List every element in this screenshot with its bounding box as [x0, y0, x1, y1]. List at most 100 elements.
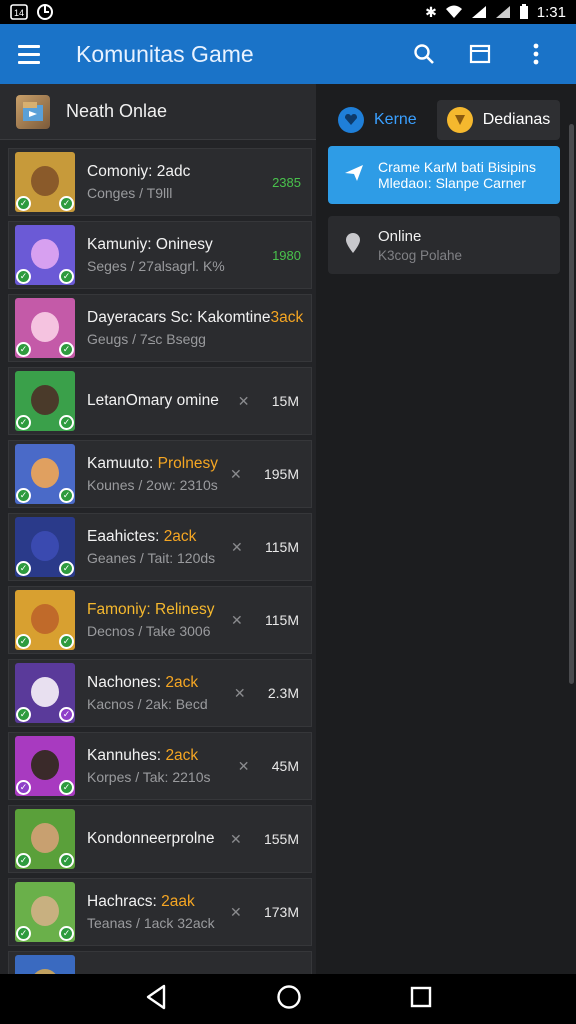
- game-title: Dayeracars Sc: Kakomtine3ack: [87, 309, 304, 326]
- location-pin-icon: [344, 232, 362, 259]
- page-title: Komunitas Game: [76, 40, 254, 67]
- game-list-item[interactable]: ✓ ✓ Kamuuto: Prolnesy Kounes / 2ow: 2310s ✕ 1…: [8, 440, 312, 508]
- share-icon[interactable]: ✕: [230, 904, 250, 920]
- game-subtitle: Kounes / 2ow: 2310s: [87, 477, 218, 493]
- game-thumbnail: ✓ ✓: [15, 225, 75, 285]
- game-thumbnail: ✓ ✓: [15, 152, 75, 212]
- player-count: 2385: [272, 174, 301, 190]
- game-list: ✓ ✓ Comoniy: 2adc Conges / T9lll 2385 ✓ ✓ Kamun…: [0, 140, 316, 974]
- verified-check-icon: ✓: [16, 342, 31, 357]
- tab-dedianas[interactable]: Dedianas: [436, 100, 561, 140]
- character-art: [31, 750, 59, 780]
- side-panel: Kerne Dedianas Crame KarM bati Bisipins …: [316, 84, 576, 974]
- more-icon[interactable]: [514, 32, 558, 76]
- game-subtitle: Geugs / 7≤c Bsegg: [87, 331, 206, 347]
- game-list-item[interactable]: ✓ ✓ Nachones: 2ack Kacnos / 2ak: Becd ✕ 2.3M: [8, 659, 312, 727]
- share-icon[interactable]: ✕: [238, 393, 258, 409]
- share-icon[interactable]: ✕: [234, 685, 254, 701]
- game-thumbnail: ✓ ✓: [15, 663, 75, 723]
- game-thumbnail: ✓ ✓: [15, 736, 75, 796]
- game-list-item[interactable]: ✓ ✓ Comoniy: 2adc Conges / T9lll 2385: [8, 148, 312, 216]
- online-title: Online: [378, 227, 422, 245]
- user-count: 155M: [263, 831, 299, 847]
- scrollbar[interactable]: [569, 124, 574, 684]
- player-count: 1980: [272, 247, 301, 263]
- share-icon[interactable]: ✕: [230, 831, 250, 847]
- game-subtitle: Conges / T9lll: [87, 185, 173, 201]
- signal-icon: [471, 5, 487, 19]
- game-thumbnail: ✓ ✓: [15, 444, 75, 504]
- status-bar: 14 ✱ 1:31: [0, 0, 576, 24]
- game-list-item[interactable]: ✓ ✓ Famoniy: Relinesy Decnos / Take 3006 ✕ 11…: [8, 586, 312, 654]
- verified-check-icon: ✓: [59, 561, 74, 576]
- character-art: [31, 458, 59, 488]
- character-art: [31, 385, 59, 415]
- status-time: 1:31: [536, 3, 566, 21]
- character-art: [31, 531, 59, 561]
- list-header-label: Neath Onlae: [66, 101, 168, 121]
- verified-check-icon: ✓: [59, 853, 74, 868]
- game-title: LetanOmary omine: [87, 392, 219, 409]
- character-art: [31, 312, 59, 342]
- home-icon[interactable]: [276, 984, 302, 1015]
- online-card[interactable]: Online K3cog Polahe: [328, 216, 560, 274]
- game-title: Kannuhes: 2ack: [87, 747, 199, 764]
- tab-dedianas-label: Dedianas: [482, 111, 551, 128]
- character-art: [31, 604, 59, 634]
- game-thumbnail: ✓ ✓: [15, 882, 75, 942]
- share-icon[interactable]: ✕: [230, 466, 250, 482]
- game-list-item[interactable]: ✓ ✓ Hachracs: 2aak Teanas / 1ack 32ack ✕ 173M: [8, 878, 312, 946]
- verified-check-icon: ✓: [59, 488, 74, 503]
- verified-check-icon: ✓: [16, 415, 31, 430]
- list-header[interactable]: Neath Onlae: [0, 84, 316, 140]
- verified-check-icon: ✓: [16, 926, 31, 941]
- verified-check-icon: ✓: [59, 342, 74, 357]
- verified-check-icon: ✓: [16, 634, 31, 649]
- recents-icon[interactable]: [410, 986, 432, 1013]
- promo-banner[interactable]: Crame KarM bati Bisipins Mledaoı: Slanpe…: [328, 146, 560, 204]
- verified-check-icon: ✓: [16, 707, 31, 722]
- user-count: 2.3M: [267, 685, 299, 701]
- verified-check-icon: ✓: [16, 853, 31, 868]
- verified-check-icon: ✓: [16, 561, 31, 576]
- game-list-item[interactable]: ✓ ✓ Dayeracars Sc: Kakomtine3ack Geugs / 7≤…: [8, 294, 312, 362]
- share-icon[interactable]: ✕: [238, 758, 258, 774]
- share-icon[interactable]: ✕: [231, 612, 251, 628]
- game-subtitle: Kacnos / 2ak: Becd: [87, 696, 208, 712]
- verified-check-icon: ✓: [59, 707, 74, 722]
- svg-text:14: 14: [14, 8, 24, 18]
- verified-check-icon: ✓: [59, 926, 74, 941]
- nav-bar: [0, 974, 576, 1024]
- game-title: Comoniy: 2adc: [87, 163, 191, 180]
- bluetooth-icon: ✱: [425, 4, 437, 20]
- game-title: Famoniy: Relinesy: [87, 601, 215, 618]
- share-icon[interactable]: ✕: [231, 539, 251, 555]
- tab-kerne[interactable]: Kerne: [328, 100, 427, 140]
- game-list-item[interactable]: Kanthuine: 2ack: [8, 951, 312, 974]
- window-icon[interactable]: [458, 32, 502, 76]
- game-list-panel: Neath Onlae ✓ ✓ Comoniy: 2adc Conges / T9ll…: [0, 84, 316, 974]
- menu-icon[interactable]: [18, 39, 48, 69]
- game-thumbnail: ✓ ✓: [15, 298, 75, 358]
- game-list-item[interactable]: ✓ ✓ Kannuhes: 2ack Korpes / Tak: 2210s ✕ 45M: [8, 732, 312, 800]
- game-title: Kamuniy: Oninesy: [87, 236, 213, 253]
- user-count: 195M: [263, 466, 299, 482]
- verified-check-icon: ✓: [59, 634, 74, 649]
- verified-check-icon: ✓: [59, 196, 74, 211]
- back-icon[interactable]: [144, 984, 168, 1015]
- game-title: Kamuuto: Prolnesy: [87, 455, 218, 472]
- game-subtitle: Teanas / 1ack 32ack: [87, 915, 215, 931]
- game-list-item[interactable]: ✓ ✓ Kondonneerprolne ✕ 155M: [8, 805, 312, 873]
- game-list-item[interactable]: ✓ ✓ LetanOmary omine ✕ 15M: [8, 367, 312, 435]
- game-thumbnail: ✓ ✓: [15, 590, 75, 650]
- game-subtitle: Geanes / Tait: 120ds: [87, 550, 216, 566]
- game-subtitle: Seges / 27alsagrl. K%: [87, 258, 225, 274]
- game-list-item[interactable]: ✓ ✓ Eaahictes: 2ack Geanes / Tait: 120ds ✕ 11…: [8, 513, 312, 581]
- heart-icon: [338, 107, 364, 133]
- game-list-item[interactable]: ✓ ✓ Kamuniy: Oninesy Seges / 27alsagrl. K% 1…: [8, 221, 312, 289]
- user-count: 173M: [263, 904, 299, 920]
- news-icon: 14: [10, 4, 28, 20]
- verified-check-icon: ✓: [16, 196, 31, 211]
- user-count: 45M: [271, 758, 299, 774]
- search-icon[interactable]: [402, 32, 446, 76]
